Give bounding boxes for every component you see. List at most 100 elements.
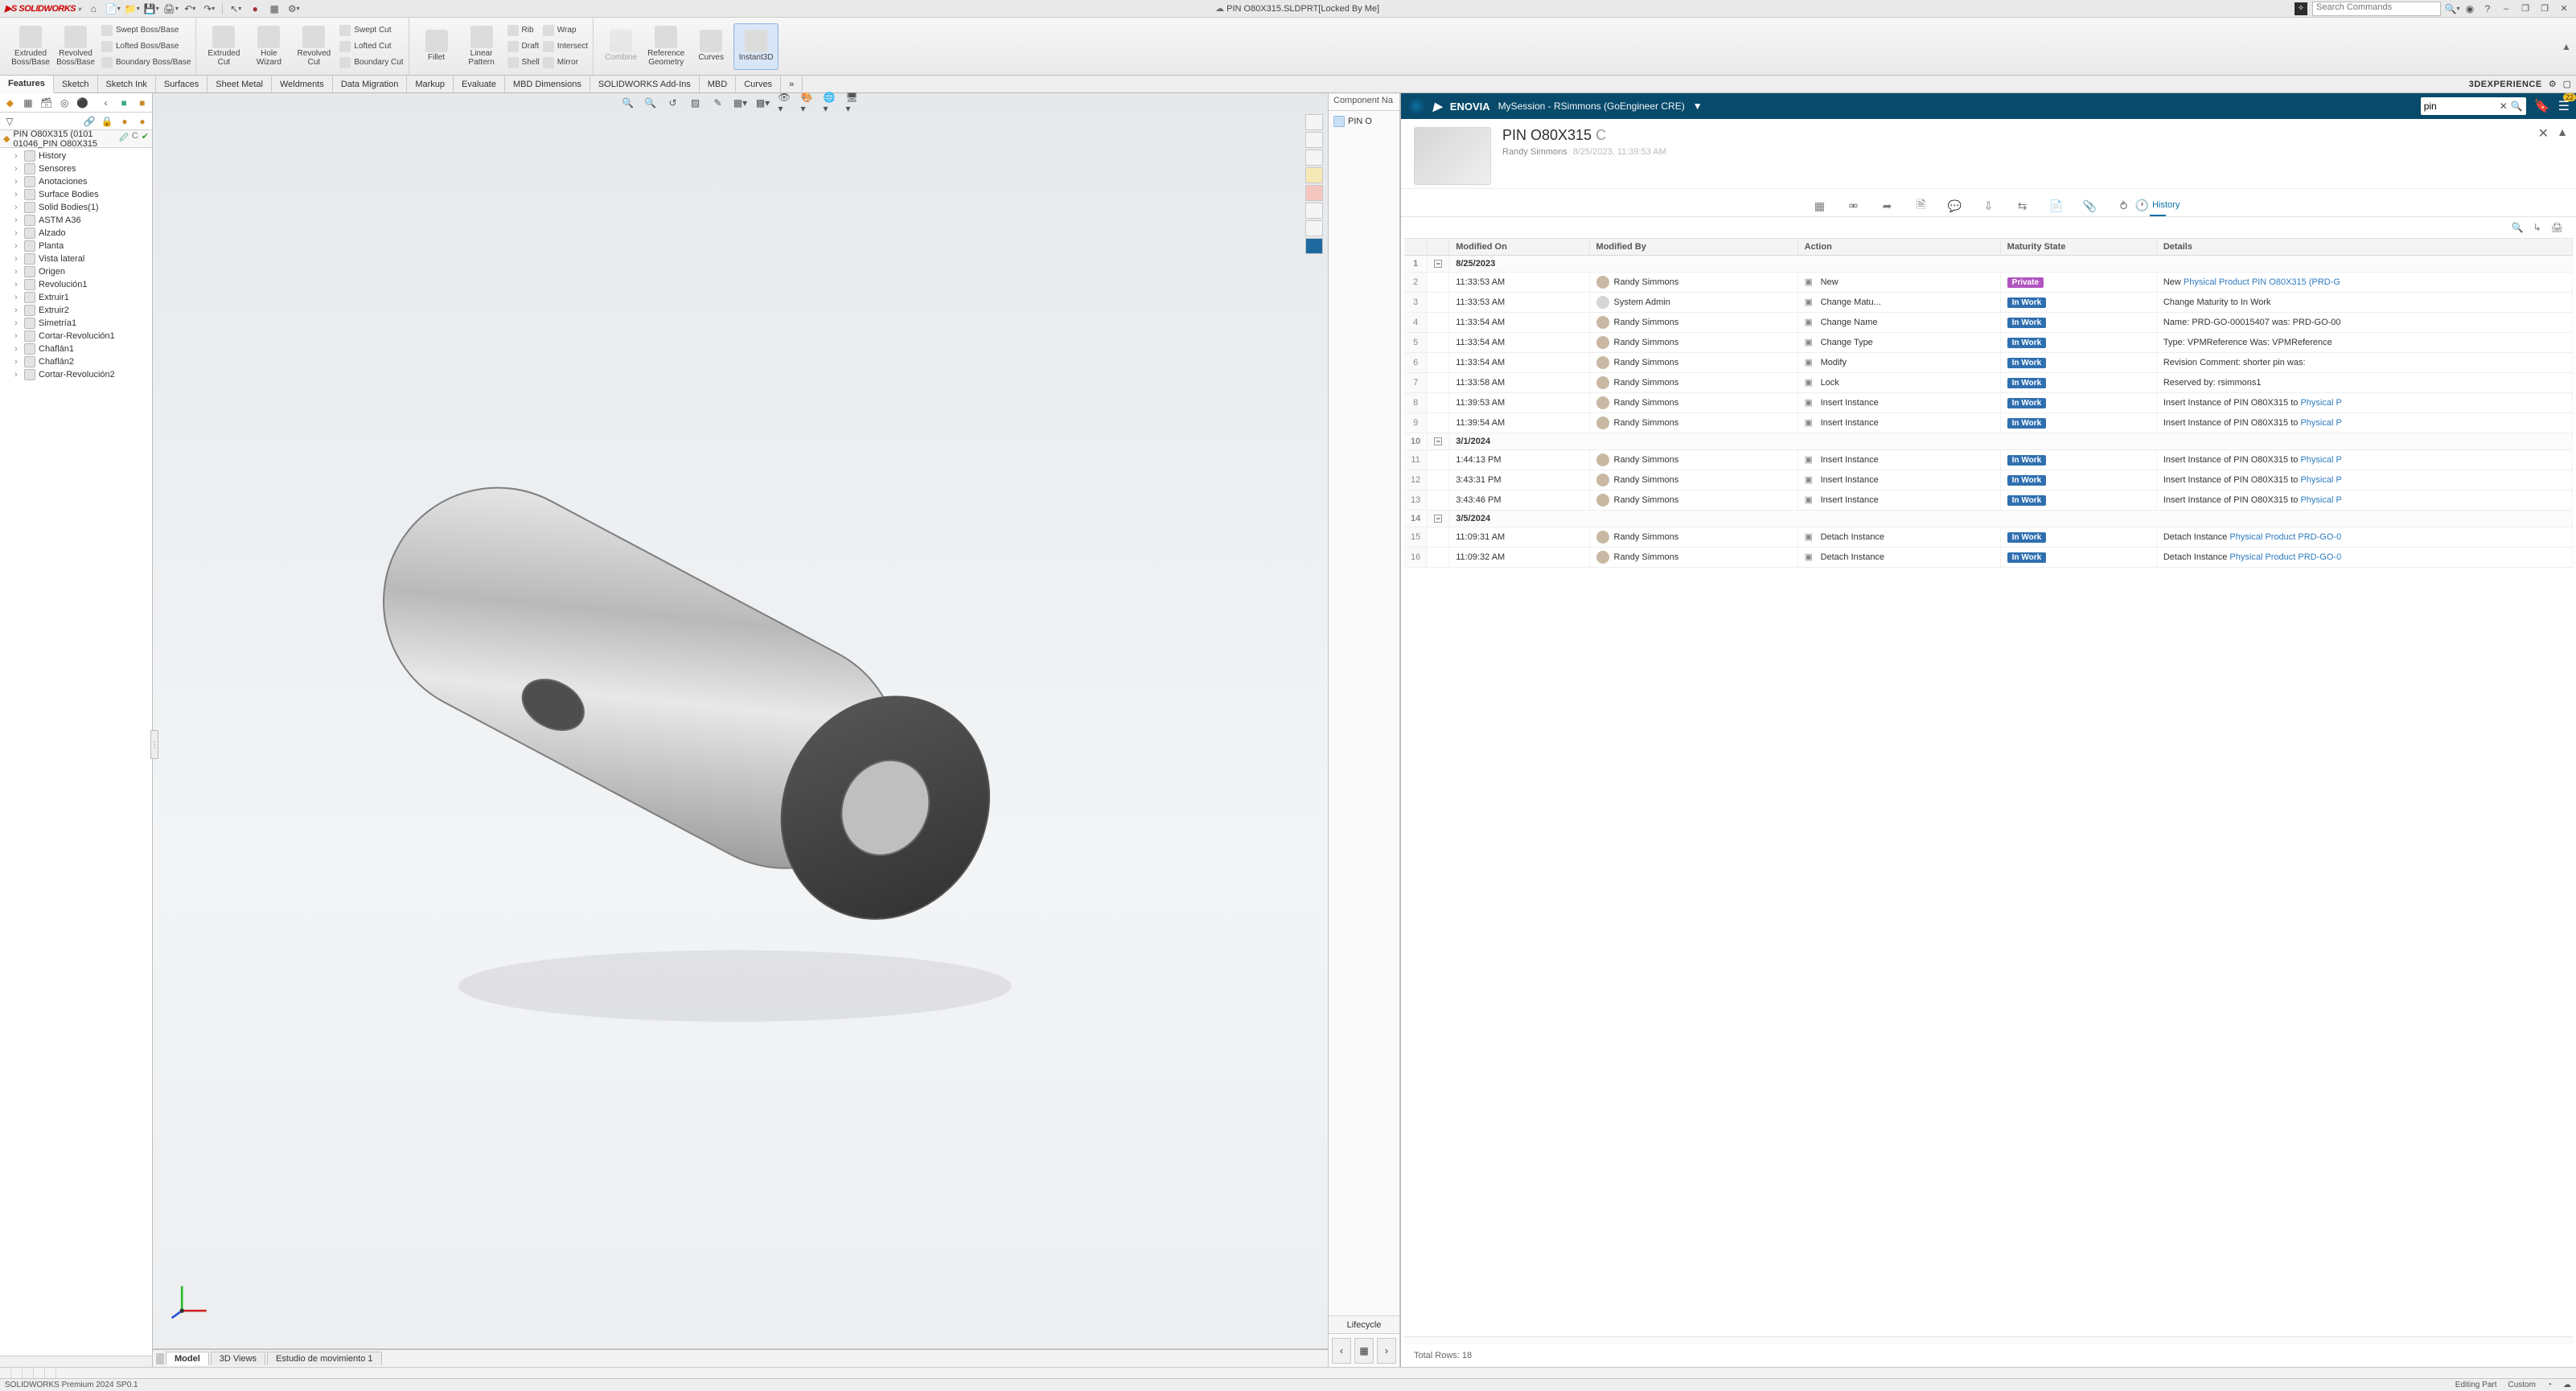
open-doc-icon[interactable]: 📁▾ <box>125 2 138 15</box>
tab-comments-icon[interactable]: 💬 <box>1947 195 1963 216</box>
cmd-tab-surfaces[interactable]: Surfaces <box>156 76 207 92</box>
view-orient-icon[interactable]: ▦▾ <box>733 96 748 110</box>
fm-h4-icon[interactable]: ● <box>136 115 149 128</box>
history-row[interactable]: 111:44:13 PMRandy Simmons▣Insert Instanc… <box>1404 450 2573 470</box>
zoom-fit-icon[interactable]: 🔍 <box>621 96 635 110</box>
history-row[interactable]: 411:33:54 AMRandy Simmons▣Change NameIn … <box>1404 313 2573 333</box>
card-close-icon[interactable]: ✕ <box>2538 125 2549 142</box>
history-export-icon[interactable]: ↳ <box>2533 222 2541 233</box>
lifecycle-tab[interactable]: Lifecycle <box>1329 1315 1399 1333</box>
history-date-group[interactable]: 14−3/5/2024 <box>1404 511 2573 527</box>
history-row[interactable]: 1611:09:32 AMRandy Simmons▣Detach Instan… <box>1404 548 2573 568</box>
fm-target-icon[interactable]: ◎ <box>58 96 72 110</box>
sb-cloud-icon[interactable]: ☁ <box>2563 1381 2571 1389</box>
search-go-icon[interactable]: 🔍▾ <box>2446 2 2459 15</box>
history-row[interactable]: 123:43:31 PMRandy Simmons▣Insert Instanc… <box>1404 470 2573 490</box>
ribbon-reference-geometry-button[interactable]: ReferenceGeometry <box>643 23 688 70</box>
feature-tree-item[interactable]: ›Extruir2 <box>0 304 152 317</box>
ribbon-swept-cut-button[interactable]: Swept Cut <box>339 23 403 38</box>
redo-icon[interactable]: ↷▾ <box>203 2 216 15</box>
history-row[interactable]: 911:39:54 AMRandy Simmons▣Insert Instanc… <box>1404 413 2573 433</box>
undo-icon[interactable]: ↶▾ <box>183 2 196 15</box>
ribbon-shell-button[interactable]: Shell <box>507 55 540 70</box>
ribbon-hole-wizard-button[interactable]: HoleWizard <box>246 23 291 70</box>
tab-files-icon[interactable]: 📄 <box>2048 195 2064 216</box>
feature-tree-item[interactable]: ›Alzado <box>0 227 152 240</box>
history-row[interactable]: 1511:09:31 AMRandy Simmons▣Detach Instan… <box>1404 527 2573 548</box>
ribbon-instant3d-button[interactable]: Instant3D <box>733 23 779 70</box>
minimize-button[interactable]: – <box>2499 2 2513 15</box>
view-settings-icon[interactable]: 🖥▾ <box>846 96 861 110</box>
ribbon-swept-boss-base-button[interactable]: Swept Boss/Base <box>101 23 191 38</box>
dyn-annotation-icon[interactable]: ✎ <box>711 96 725 110</box>
fm-prop-icon[interactable]: ▦ <box>22 96 35 110</box>
feature-tree-item[interactable]: ›Simetría1 <box>0 317 152 330</box>
history-row[interactable]: 511:33:54 AMRandy Simmons▣Change TypeIn … <box>1404 333 2573 353</box>
history-row[interactable]: 611:33:54 AMRandy Simmons▣ModifyIn WorkR… <box>1404 353 2573 373</box>
feature-tree-item[interactable]: ›Extruir1 <box>0 291 152 304</box>
task-design-lib-icon[interactable] <box>1305 132 1323 148</box>
viewport-tab-estudio-de-movimiento-1[interactable]: Estudio de movimiento 1 <box>267 1352 381 1365</box>
task-view-palette-icon[interactable] <box>1305 167 1323 183</box>
feature-tree-item[interactable]: ›Surface Bodies <box>0 188 152 201</box>
search-commands-input[interactable] <box>2316 2 2437 12</box>
save-icon[interactable]: 💾▾ <box>145 2 158 15</box>
fm-h3-icon[interactable]: ● <box>118 115 131 128</box>
ribbon-lofted-boss-base-button[interactable]: Lofted Boss/Base <box>101 39 191 54</box>
panel-gear-icon[interactable]: ⚙ <box>2549 79 2557 89</box>
ribbon-boundary-boss-base-button[interactable]: Boundary Boss/Base <box>101 55 191 70</box>
feature-tree-item[interactable]: ›Chaflán1 <box>0 343 152 355</box>
ribbon-linear-pattern-button[interactable]: LinearPattern <box>459 23 504 70</box>
feature-tree-item[interactable]: ›Planta <box>0 240 152 252</box>
feature-tree-item[interactable]: ›History <box>0 150 152 162</box>
cmd-tab-solidworks-add-ins[interactable]: SOLIDWORKS Add-Ins <box>590 76 700 92</box>
task-home-icon[interactable] <box>1305 114 1323 130</box>
tag-icon[interactable]: 🔖 <box>2534 98 2550 114</box>
cmd-tab-curves[interactable]: Curves <box>736 76 781 92</box>
history-col-modified-on[interactable]: Modified On <box>1449 239 1589 256</box>
cmd-tab-data-migration[interactable]: Data Migration <box>333 76 408 92</box>
ribbon-curves-button[interactable]: Curves <box>688 23 733 70</box>
history-row[interactable]: 311:33:53 AMSystem Admin▣Change Matu...I… <box>1404 293 2573 313</box>
search-commands-field[interactable] <box>2312 2 2441 16</box>
task-forum-icon[interactable] <box>1305 220 1323 236</box>
cmd-tab-sketch[interactable]: Sketch <box>54 76 98 92</box>
scene-icon[interactable]: 🌐▾ <box>824 96 838 110</box>
card-collapse-icon[interactable]: ▲ <box>2557 125 2568 138</box>
search-clear-icon[interactable]: ✕ <box>2500 101 2508 112</box>
cmd-tab-evaluate[interactable]: Evaluate <box>454 76 505 92</box>
fm-config-icon[interactable]: 🗃 <box>39 96 53 110</box>
cmd-tab-mbd[interactable]: MBD <box>700 76 736 92</box>
history-search-icon[interactable]: 🔍 <box>2512 222 2524 233</box>
feature-tree-item[interactable]: ›Cortar-Revolución1 <box>0 330 152 343</box>
details-link[interactable]: Physical P <box>2300 475 2341 485</box>
tab-share-icon[interactable]: ➦ <box>1880 195 1896 216</box>
restore-inner-button[interactable]: ❐ <box>2518 2 2533 15</box>
feature-tree-item[interactable]: ›Revolución1 <box>0 278 152 291</box>
cmd-tab-features[interactable]: Features <box>0 76 54 93</box>
fm-part-row[interactable]: ◆ PIN O80X315 (0101 01046_PIN O80X315 🖉 … <box>0 130 152 148</box>
hamburger-menu-icon[interactable]: ☰ <box>2558 98 2570 114</box>
fm-tree-icon[interactable]: ◆ <box>3 96 17 110</box>
details-link[interactable]: Physical P <box>2300 418 2341 428</box>
tab-where-used-icon[interactable]: ⥁ <box>2116 195 2132 216</box>
select-icon[interactable]: ↖▾ <box>229 2 242 15</box>
history-row[interactable]: 711:33:58 AMRandy Simmons▣LockIn WorkRes… <box>1404 373 2573 393</box>
enovia-search-input[interactable] <box>2424 101 2496 112</box>
tab-history[interactable]: 🕐History <box>2150 195 2166 216</box>
tab-structure-icon[interactable]: ⇩ <box>1981 195 1997 216</box>
history-date-group[interactable]: 1−8/25/2023 <box>1404 256 2573 273</box>
dassault-badge-icon[interactable]: ✧ <box>2295 2 2307 15</box>
tab-download-icon[interactable]: 🗎 <box>1913 195 1929 216</box>
cmd-tab-sketch-ink[interactable]: Sketch Ink <box>98 76 156 92</box>
fm-hscrollbar[interactable] <box>0 1356 152 1367</box>
comp-nav-next-button[interactable]: › <box>1377 1338 1396 1364</box>
component-nav-item[interactable]: PIN O <box>1332 114 1396 129</box>
ribbon-revolved-cut-button[interactable]: RevolvedCut <box>291 23 336 70</box>
history-col-modified-by[interactable]: Modified By <box>1589 239 1797 256</box>
display-style-icon[interactable]: ▩▾ <box>756 96 770 110</box>
tab-attach-icon[interactable]: 📎 <box>2082 195 2098 216</box>
viewport-tab-model[interactable]: Model <box>166 1352 209 1365</box>
tab-relations-icon[interactable]: ⚮ <box>1846 195 1862 216</box>
history-row[interactable]: 133:43:46 PMRandy Simmons▣Insert Instanc… <box>1404 490 2573 511</box>
